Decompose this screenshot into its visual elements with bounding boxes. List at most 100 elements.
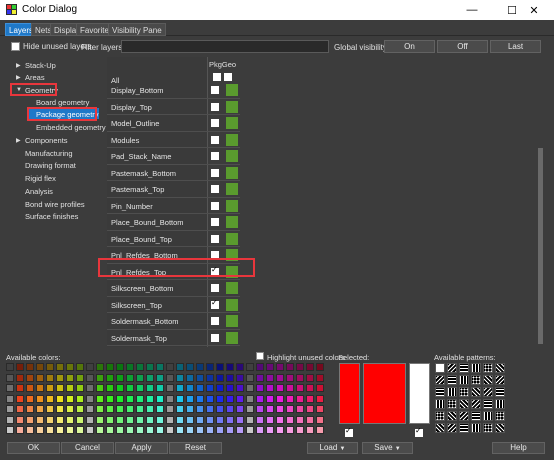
tree-item-bond-wire-profiles[interactable]: Bond wire profiles xyxy=(25,200,85,209)
color-swatch[interactable] xyxy=(126,373,134,382)
layer-color-swatch[interactable] xyxy=(226,166,238,179)
color-swatch[interactable] xyxy=(316,405,324,413)
layer-row[interactable]: Place_Bound_Top xyxy=(107,231,240,247)
pattern-swatch[interactable] xyxy=(495,411,505,421)
color-swatch[interactable] xyxy=(166,394,174,403)
color-swatch[interactable] xyxy=(96,394,104,403)
pattern-swatch[interactable] xyxy=(459,399,469,409)
layer-row[interactable]: Silkscreen_Bottom xyxy=(107,280,240,297)
color-swatch[interactable] xyxy=(226,373,234,382)
color-swatch[interactable] xyxy=(246,426,254,434)
load-button[interactable]: Load ▼ xyxy=(307,442,358,454)
color-swatch[interactable] xyxy=(186,426,194,434)
color-swatch[interactable] xyxy=(166,373,174,382)
color-swatch[interactable] xyxy=(146,426,154,434)
color-swatch[interactable] xyxy=(36,405,44,413)
color-swatch[interactable] xyxy=(226,363,234,371)
color-swatch[interactable] xyxy=(16,426,24,434)
color-swatch[interactable] xyxy=(156,373,164,382)
color-swatch[interactable] xyxy=(66,426,74,434)
pattern-swatch[interactable] xyxy=(435,363,445,373)
color-swatch[interactable] xyxy=(256,415,264,424)
color-swatch[interactable] xyxy=(276,384,284,392)
pattern-swatch[interactable] xyxy=(435,387,445,397)
color-swatch[interactable] xyxy=(26,363,34,371)
color-swatch[interactable] xyxy=(116,426,124,434)
visibility-off-button[interactable]: Off xyxy=(437,40,488,53)
layer-color-swatch[interactable] xyxy=(226,298,238,311)
color-swatch[interactable] xyxy=(146,373,154,382)
color-swatch[interactable] xyxy=(96,384,104,392)
color-swatch[interactable] xyxy=(26,384,34,392)
color-swatch[interactable] xyxy=(76,373,84,382)
pattern-swatch[interactable] xyxy=(483,399,493,409)
color-swatch[interactable] xyxy=(266,415,274,424)
color-swatch[interactable] xyxy=(216,426,224,434)
color-swatch[interactable] xyxy=(116,363,124,371)
color-swatch[interactable] xyxy=(196,394,204,403)
color-swatch[interactable] xyxy=(86,373,94,382)
layer-visibility-checkbox[interactable] xyxy=(211,298,219,309)
layer-visibility-checkbox[interactable] xyxy=(211,135,219,144)
color-swatch[interactable] xyxy=(16,394,24,403)
pattern-swatch[interactable] xyxy=(495,399,505,409)
color-swatch[interactable] xyxy=(166,384,174,392)
highlight-unused-checkbox[interactable] xyxy=(256,352,264,360)
layer-visibility-checkbox[interactable] xyxy=(211,317,219,325)
layer-row[interactable]: Soldermask_Top xyxy=(107,330,240,346)
layer-color-swatch[interactable] xyxy=(226,100,238,113)
color-swatch[interactable] xyxy=(296,426,304,434)
color-swatch[interactable] xyxy=(176,384,184,392)
color-swatch[interactable] xyxy=(146,394,154,403)
color-swatch[interactable] xyxy=(216,415,224,424)
layer-row[interactable]: Pin_Number xyxy=(107,198,240,214)
color-swatch[interactable] xyxy=(16,363,24,371)
color-swatch[interactable] xyxy=(66,394,74,403)
layer-row[interactable]: Pastemask_Bottom xyxy=(107,165,240,181)
selected-color-checkbox[interactable]: ✓ xyxy=(345,426,353,437)
color-swatch[interactable] xyxy=(86,405,94,413)
layer-visibility-checkbox[interactable] xyxy=(211,86,219,94)
layer-row[interactable]: Modules xyxy=(107,132,240,148)
color-swatch[interactable] xyxy=(16,384,24,392)
color-swatch[interactable] xyxy=(6,363,14,371)
color-swatch[interactable] xyxy=(46,394,54,403)
color-swatch[interactable] xyxy=(266,426,274,434)
layer-color-swatch[interactable] xyxy=(226,117,238,129)
color-swatch[interactable] xyxy=(106,426,114,434)
pattern-swatch[interactable] xyxy=(459,423,469,433)
color-swatch[interactable] xyxy=(246,415,254,424)
color-swatch[interactable] xyxy=(6,415,14,424)
color-swatch[interactable] xyxy=(106,373,114,382)
cancel-button[interactable]: Cancel xyxy=(61,442,114,454)
color-swatch[interactable] xyxy=(56,426,64,434)
pattern-swatch[interactable] xyxy=(435,375,445,385)
color-swatch[interactable] xyxy=(236,384,244,392)
color-swatch[interactable] xyxy=(216,384,224,392)
color-swatch[interactable] xyxy=(76,415,84,424)
color-swatch[interactable] xyxy=(266,394,274,403)
color-swatch[interactable] xyxy=(216,373,224,382)
color-swatch[interactable] xyxy=(36,415,44,424)
color-swatch[interactable] xyxy=(306,405,314,413)
layer-row[interactable]: Soldermask_Bottom xyxy=(107,313,240,330)
pattern-swatch[interactable] xyxy=(495,375,505,385)
minimize-button[interactable]: — xyxy=(452,0,492,20)
pattern-swatch[interactable] xyxy=(447,387,457,397)
color-swatch[interactable] xyxy=(6,405,14,413)
layer-color-swatch[interactable] xyxy=(226,133,238,146)
color-swatch[interactable] xyxy=(206,394,214,403)
color-swatch[interactable] xyxy=(116,405,124,413)
pattern-swatch[interactable] xyxy=(447,423,457,433)
color-swatch[interactable] xyxy=(256,373,264,382)
color-swatch[interactable] xyxy=(56,373,64,382)
color-swatch[interactable] xyxy=(236,426,244,434)
color-swatch[interactable] xyxy=(196,384,204,392)
color-swatch[interactable] xyxy=(146,405,154,413)
color-swatch[interactable] xyxy=(206,373,214,382)
layer-row[interactable]: Silkscreen_Top xyxy=(107,297,240,313)
color-swatch[interactable] xyxy=(296,384,304,392)
color-swatch[interactable] xyxy=(176,394,184,403)
color-swatch[interactable] xyxy=(206,415,214,424)
color-swatch[interactable] xyxy=(166,426,174,434)
